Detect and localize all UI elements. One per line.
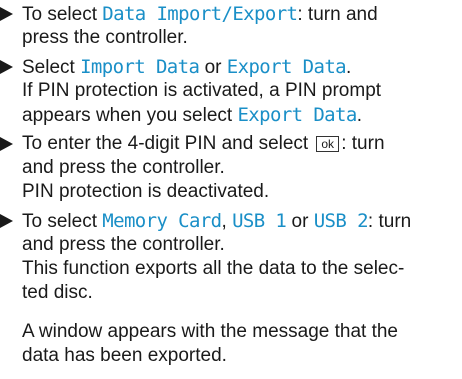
bullet-triangle-icon (0, 2, 22, 26)
menu-item-export-data: Export Data (226, 56, 347, 78)
step-3-line-3: PIN protection is deactivated. (22, 181, 270, 202)
ok-key-icon: ok (316, 136, 340, 152)
manual-page: To select Data Import/Export: turn and p… (0, 0, 462, 379)
result-line-1: A window appears with the message that t… (22, 321, 399, 342)
step-2-line-3: appears when you select Export Data. (22, 104, 362, 126)
step-1-line-2: press the controller. (22, 27, 188, 48)
step-4-line-3: This function exports all the data to th… (22, 258, 405, 279)
step-1-line-1: To select Data Import/Export: turn and (22, 3, 378, 25)
menu-item-usb-1: USB 1 (232, 210, 287, 232)
bullet-triangle-icon (0, 55, 22, 79)
bullet-triangle-icon (0, 209, 22, 233)
menu-item-export-data: Export Data (237, 104, 357, 126)
step-3-line-1: To enter the 4-digit PIN and select ok: t… (22, 133, 385, 154)
menu-item-import-data: Import Data (80, 56, 200, 78)
menu-item-usb-2: USB 2 (313, 210, 369, 232)
step-2-line-1: Select Import Data or Export Data. (22, 56, 352, 78)
bullet-triangle-icon (0, 132, 22, 156)
menu-item-data-import-export: Data Import/Export (102, 3, 298, 25)
menu-item-memory-card: Memory Card (102, 210, 222, 232)
step-2-line-2: If PIN protection is activated, a PIN pr… (22, 80, 382, 101)
step-4-line-2: and press the controller. (22, 234, 225, 255)
step-4-line-4: ted disc. (22, 282, 93, 303)
result-line-2: data has been exported. (22, 345, 227, 366)
step-3-line-2: and press the controller. (22, 157, 225, 178)
step-4-line-1: To select Memory Card, USB 1 or USB 2: t… (22, 210, 412, 232)
